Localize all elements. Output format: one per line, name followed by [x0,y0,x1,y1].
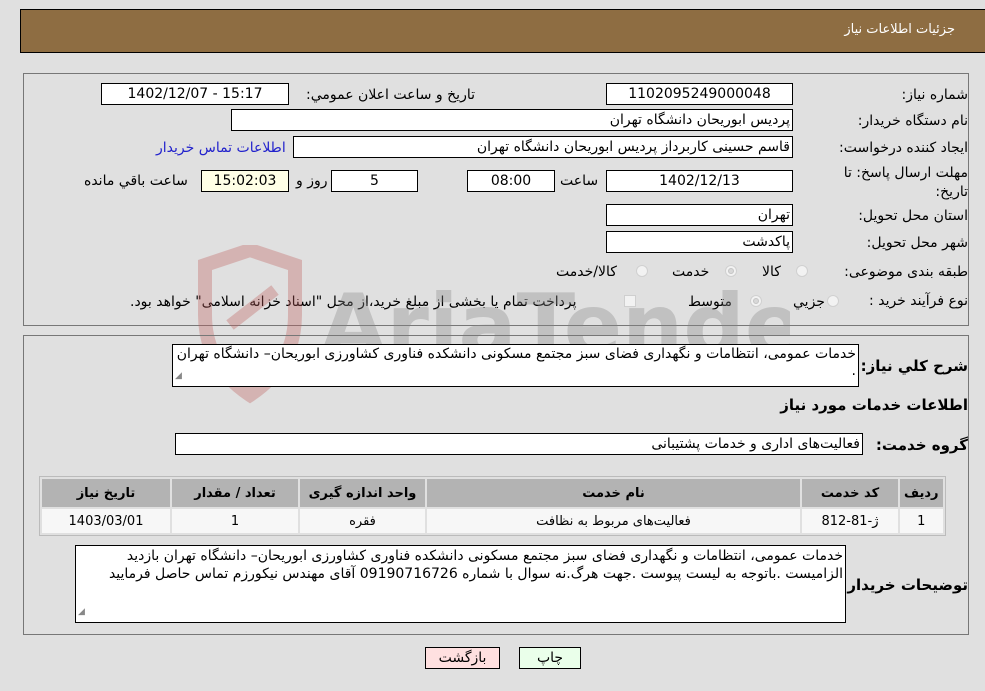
deadline-label: مهلت ارسال پاسخ: تا تاريخ: [843,165,968,200]
buyer-org-label: نام دستگاه خريدار: [857,113,968,129]
category-radio-goods-service[interactable] [636,265,648,277]
purchase-option-minor: جزيي [793,294,825,310]
province-field: تهران [606,204,793,226]
category-radio-service[interactable] [725,265,737,277]
service-group-label: گروه خدمت: [875,436,968,454]
print-button[interactable]: چاپ [519,647,581,669]
time-remaining-field: 15:02:03 [201,170,289,192]
services-heading: اطلاعات خدمات مورد نياز [780,396,968,414]
need-number-label: شماره نیاز: [901,87,969,103]
need-number-field: 1102095249000048 [606,83,793,105]
treasury-checkbox-label: پرداخت تمام یا بخشی از مبلغ خرید،از محل … [130,294,577,310]
purchase-option-medium: متوسط [688,294,732,310]
announce-datetime-field: 1402/12/07 - 15:17 [101,83,289,105]
city-label: شهر محل تحویل: [866,235,968,251]
days-remaining-field: 5 [331,170,418,192]
buyer-org-field: پردیس ابوریحان دانشگاه تهران [231,109,793,131]
days-label: روز و [296,173,328,189]
description-label: شرح کلي نياز: [860,357,968,375]
back-button[interactable]: بازگشت [425,647,500,669]
service-group-field: فعالیت‌های اداری و خدمات پشتیبانی [175,433,863,455]
requester-field: قاسم حسینی کاربرداز پردیس ابوریحان دانشگ… [293,136,793,158]
deadline-time-label: ساعت [560,173,599,189]
province-label: استان محل تحویل: [858,208,968,224]
cell-service-name: فعالیت‌های مربوط به نظافت [427,509,800,533]
table-row: 1 ژ-81-812 فعالیت‌های مربوط به نظافت فقر… [42,509,943,533]
table-header-row: رديف کد خدمت نام خدمت واحد اندازه گيری ت… [42,479,943,507]
page-title: جزئیات اطلاعات نیاز [844,22,955,37]
col-header-quantity: تعداد / مقدار [172,479,298,507]
purchase-radio-minor[interactable] [827,295,839,307]
buyer-contact-link[interactable]: اطلاعات تماس خريدار [156,140,286,156]
deadline-date-field: 1402/12/13 [606,170,793,192]
col-header-need-date: تاريخ نياز [42,479,170,507]
category-option-service: خدمت [672,264,710,280]
buyer-notes-textarea[interactable]: خدمات عمومی، انتظامات و نگهداری فضای سبز… [75,545,846,623]
resize-grip-icon[interactable]: ◢ [78,603,85,621]
services-table: رديف کد خدمت نام خدمت واحد اندازه گيری ت… [39,476,946,536]
cell-service-code: ژ-81-812 [802,509,898,533]
col-header-service-code: کد خدمت [802,479,898,507]
description-text: خدمات عمومی، انتظامات و نگهداری فضای سبز… [176,346,856,379]
description-textarea[interactable]: خدمات عمومی، انتظامات و نگهداری فضای سبز… [172,344,859,387]
col-header-service-name: نام خدمت [427,479,800,507]
services-table-wrapper: رديف کد خدمت نام خدمت واحد اندازه گيری ت… [39,476,946,536]
time-remaining-label: ساعت باقي مانده [84,173,188,189]
treasury-checkbox[interactable] [624,295,636,307]
cell-quantity: 1 [172,509,298,533]
category-label: طبقه بندی موضوعی: [844,264,968,280]
resize-grip-icon[interactable]: ◢ [175,368,182,385]
category-option-goods-service: کالا/خدمت [556,264,617,280]
announce-datetime-label: تاريخ و ساعت اعلان عمومي: [306,87,475,103]
city-field: پاکدشت [606,231,793,253]
category-radio-goods[interactable] [796,265,808,277]
requester-label: ایجاد کننده درخواست: [839,140,968,156]
col-header-unit: واحد اندازه گيری [300,479,425,507]
buyer-notes-text: خدمات عمومی، انتظامات و نگهداری فضای سبز… [108,548,843,582]
cell-need-date: 1403/03/01 [42,509,170,533]
cell-unit: فقره [300,509,425,533]
purchase-type-label: نوع فرآيند خريد : [869,293,968,309]
page-header: جزئیات اطلاعات نیاز [20,9,985,53]
col-header-row-num: رديف [900,479,943,507]
purchase-radio-medium[interactable] [750,295,762,307]
buyer-notes-label: توضیحات خریدار: [841,576,968,594]
category-option-goods: کالا [762,264,781,280]
deadline-time-field: 08:00 [467,170,555,192]
cell-row-num: 1 [900,509,943,533]
